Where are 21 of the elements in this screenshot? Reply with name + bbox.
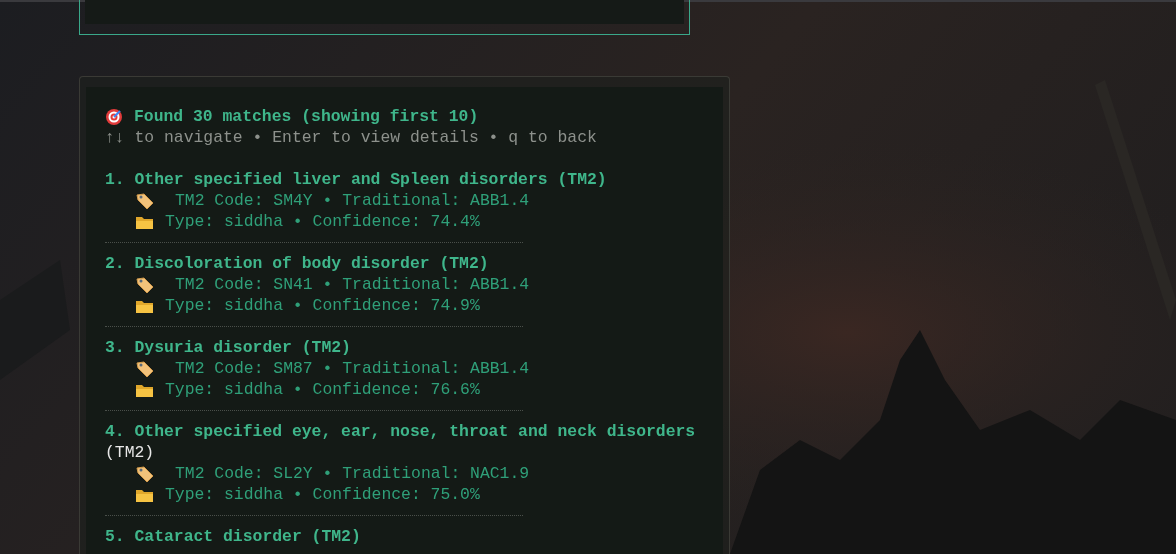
title-suffix: (TM2) [105,442,155,463]
target-icon [105,107,123,126]
tag-icon [135,464,155,483]
result-title[interactable]: 5. Cataract disorder (TM2) [105,526,361,547]
code-line: TM2 Code: SL2Y • Traditional: NAC1.9 [175,463,530,484]
type-line: Type: siddha • Confidence: 75.0% [165,484,480,505]
navigation-hint: ↑↓ to navigate • Enter to view details • q to back [105,127,597,148]
tag-icon [135,275,155,294]
tag-icon [135,191,155,210]
result-title[interactable]: 1. Other specified liver and Spleen disorders (TM2) [105,169,607,190]
result-title[interactable]: 2. Discoloration of body disorder (TM2) [105,253,489,274]
result-title[interactable]: 4. Other specified eye, ear, nose, throat and neck disorders [105,421,696,442]
type-line: Type: siddha • Confidence: 74.9% [165,295,480,316]
result-title[interactable]: 3. Dysuria disorder (TM2) [105,337,351,358]
results-summary: Found 30 matches (showing first 10) [134,106,479,127]
code-line: TM2 Code: SM87 • Traditional: ABB1.4 [175,358,530,379]
code-line: TM2 Code: SM4Y • Traditional: ABB1.4 [175,190,530,211]
type-line: Type: siddha • Confidence: 74.4% [165,211,480,232]
tag-icon [135,359,155,378]
type-line: Type: siddha • Confidence: 76.6% [165,379,480,400]
code-line: TM2 Code: SN41 • Traditional: ABB1.4 [175,274,530,295]
